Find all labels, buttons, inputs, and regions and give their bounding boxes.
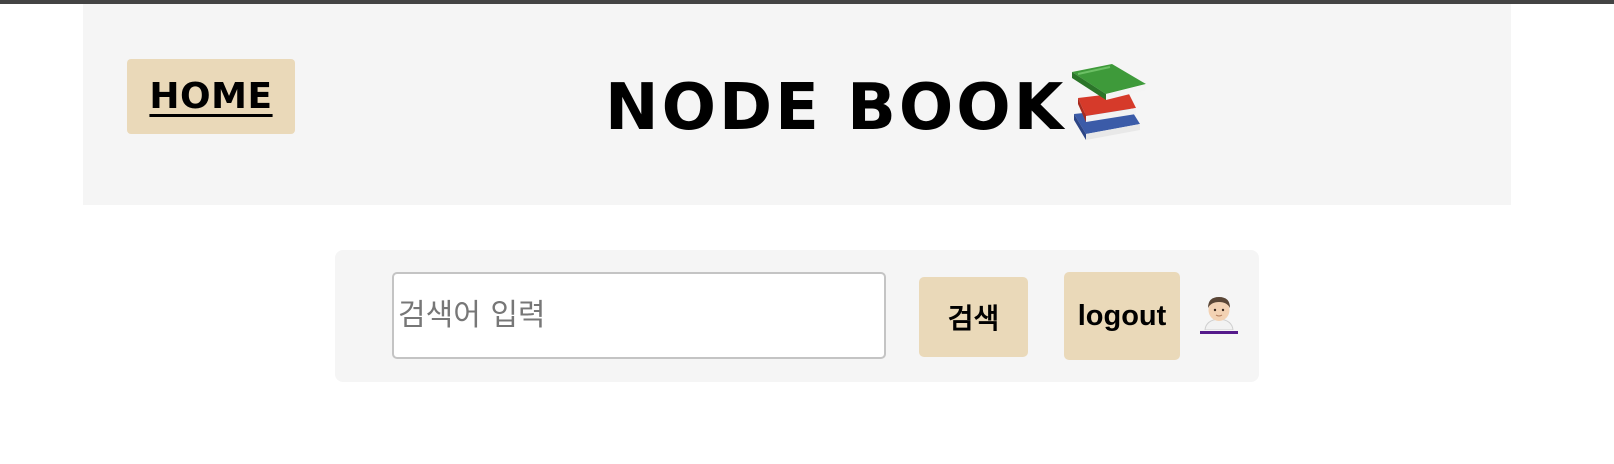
logout-button[interactable]: logout xyxy=(1064,272,1180,360)
books-icon xyxy=(1072,64,1147,140)
home-button[interactable]: HOME xyxy=(127,59,295,134)
search-input[interactable] xyxy=(392,272,886,359)
link-underline xyxy=(1200,331,1238,334)
page-title: NODE BOOK xyxy=(605,71,1067,145)
site-header: HOME NODE BOOK xyxy=(83,4,1511,205)
user-profile-link[interactable] xyxy=(1200,294,1238,338)
title-group: NODE BOOK xyxy=(605,48,1148,144)
home-label: HOME xyxy=(149,76,273,117)
search-panel: 검색 logout xyxy=(335,250,1259,382)
search-button[interactable]: 검색 xyxy=(919,277,1028,357)
person-face-icon xyxy=(1204,297,1234,330)
